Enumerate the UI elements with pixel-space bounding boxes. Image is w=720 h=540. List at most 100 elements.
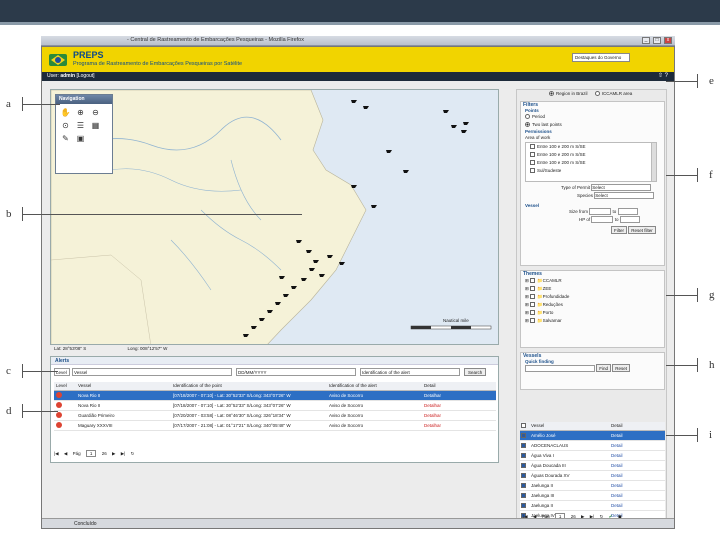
quick-find-input[interactable] xyxy=(525,365,595,373)
theme-checkbox[interactable] xyxy=(530,278,536,284)
expand-icon[interactable]: ⊞ xyxy=(525,286,529,291)
region-brazil-radio[interactable] xyxy=(549,91,554,97)
home-icon[interactable]: ⇧ ? xyxy=(658,72,668,81)
map-canvas[interactable] xyxy=(51,90,499,345)
table-row[interactable]: Água Doucada III Detail xyxy=(520,460,665,471)
last-page-icon[interactable]: ▶| xyxy=(121,451,126,456)
measure-icon[interactable]: ▦ xyxy=(90,121,101,131)
expand-icon[interactable]: ⊞ xyxy=(525,302,529,307)
vessel-detail-link[interactable]: Detail xyxy=(610,450,665,461)
vessel-checkbox[interactable] xyxy=(521,442,526,448)
alerts-search-button[interactable]: Search xyxy=(464,368,487,376)
select-all-checkbox[interactable] xyxy=(521,423,526,429)
two-last-points-radio[interactable] xyxy=(525,122,530,128)
table-row[interactable]: Jaelunga II Detail xyxy=(520,500,665,511)
expand-icon[interactable]: ⊞ xyxy=(525,318,529,323)
vessel-detail-link[interactable]: Detail xyxy=(610,470,665,481)
table-row[interactable]: Maguary XXXVIII [07/17/2007 - 21:08] - L… xyxy=(54,420,496,431)
col-level[interactable]: Level xyxy=(54,382,76,391)
col-point[interactable]: Identification of the point xyxy=(171,382,327,391)
vessel-checkbox[interactable] xyxy=(521,452,526,458)
col-alert[interactable]: Identification of the alert xyxy=(327,382,422,391)
theme-checkbox[interactable] xyxy=(530,310,536,316)
vessel-checkbox[interactable] xyxy=(521,472,526,478)
col-detail[interactable]: Detail xyxy=(422,382,496,391)
zoom-extent-icon[interactable]: ⊙ xyxy=(60,121,71,131)
next-page-icon[interactable]: ▶ xyxy=(112,451,115,456)
area-checkbox[interactable] xyxy=(530,144,535,150)
table-row[interactable]: Nova Rio II [07/18/2007 - 07:10] - Lat: … xyxy=(54,390,496,401)
area-scrollbar[interactable] xyxy=(651,143,656,181)
maximize-button[interactable]: □ xyxy=(653,37,661,44)
table-row[interactable]: Amélio José Detail xyxy=(520,430,665,441)
size-to-input[interactable] xyxy=(617,208,638,216)
filter-button[interactable]: Filter xyxy=(611,226,627,234)
vessel-detail-link[interactable]: Detail xyxy=(610,490,665,501)
table-row[interactable]: Guardião Primeiro [07/20/2007 - 03:58] -… xyxy=(54,410,496,421)
refresh-icon[interactable]: ↻ xyxy=(131,451,135,456)
find-button[interactable]: Find xyxy=(596,364,612,372)
vessel-detail-link[interactable]: Detail xyxy=(610,500,665,511)
print-icon[interactable]: ▣ xyxy=(75,134,86,144)
vessel-filter-input[interactable]: Vessel xyxy=(72,368,232,376)
table-row[interactable]: Água Viva I Detail xyxy=(520,450,665,461)
vessel-detail-link[interactable]: Detail xyxy=(610,430,665,441)
alert-detail-link[interactable]: Detalhar xyxy=(422,390,496,401)
area-checkbox[interactable] xyxy=(530,160,535,166)
zoom-in-icon[interactable]: ⊕ xyxy=(75,108,86,118)
gov-highlights-select[interactable]: Destaques do Governo xyxy=(572,53,630,62)
table-row[interactable]: Nova Rio II [07/18/2007 - 07:10] - Lat: … xyxy=(54,400,496,411)
theme-checkbox[interactable] xyxy=(530,286,536,292)
date-filter-input[interactable]: DD/MM/YYYY xyxy=(236,368,356,376)
pencil-icon[interactable]: ✎ xyxy=(60,134,71,144)
permit-type-select[interactable]: Select xyxy=(591,184,652,192)
vessel-checkbox[interactable] xyxy=(521,432,526,438)
theme-checkbox[interactable] xyxy=(530,302,536,308)
col-vessel[interactable]: Vessel xyxy=(76,382,171,391)
col-vessel-name[interactable]: Vessel xyxy=(530,422,610,431)
species-select[interactable]: Select xyxy=(594,192,655,200)
alert-detail-link[interactable]: Detalhar xyxy=(422,400,496,411)
expand-icon[interactable]: ⊞ xyxy=(525,310,529,315)
expand-icon[interactable]: ⊞ xyxy=(525,278,529,283)
hand-icon[interactable]: ✋ xyxy=(60,108,71,118)
reset-filter-button[interactable]: Reset filter xyxy=(628,226,656,234)
table-row[interactable]: Jaelunga II Detail xyxy=(520,480,665,491)
ccamlr-radio[interactable] xyxy=(594,91,600,97)
vessel-detail-link[interactable]: Detail xyxy=(610,480,665,491)
alert-detail-link[interactable]: Detalhar xyxy=(422,410,496,421)
hp-to-input[interactable] xyxy=(619,216,640,224)
level-select[interactable]: Level xyxy=(54,368,70,376)
vessel-checkbox[interactable] xyxy=(521,492,526,498)
table-row[interactable]: Jaelunga III Detail xyxy=(520,490,665,501)
prev-page-icon[interactable]: ◀ xyxy=(64,451,67,456)
zoom-out-icon[interactable]: ⊖ xyxy=(90,108,101,118)
alert-ident-input[interactable]: Identification of the alert xyxy=(360,368,460,376)
map-view[interactable]: Nautical mile xyxy=(50,89,499,345)
vessel-checkbox[interactable] xyxy=(521,462,526,468)
theme-checkbox[interactable] xyxy=(530,294,536,300)
reset-button[interactable]: Reset xyxy=(612,364,631,372)
period-radio[interactable] xyxy=(525,114,530,120)
logout-link[interactable]: [Logout] xyxy=(76,73,94,79)
list-icon[interactable]: ☰ xyxy=(75,121,86,131)
hp-from-input[interactable] xyxy=(591,216,614,224)
table-row[interactable]: Águas Dourada XV Detail xyxy=(520,470,665,481)
size-from-input[interactable] xyxy=(589,208,612,216)
vessel-detail-link[interactable]: Detail xyxy=(610,460,665,471)
page-input[interactable]: 1 xyxy=(85,450,97,457)
table-row[interactable]: ADOCENACLAUS Detail xyxy=(520,440,665,451)
alert-detail-link[interactable]: Detalhar xyxy=(422,420,496,431)
vessel-checkbox[interactable] xyxy=(521,482,526,488)
area-checkbox[interactable] xyxy=(530,168,535,174)
close-button[interactable]: x xyxy=(664,37,672,44)
theme-checkbox[interactable] xyxy=(530,318,536,324)
vessel-checkbox[interactable] xyxy=(521,502,526,508)
first-page-icon[interactable]: |◀ xyxy=(54,451,59,456)
area-list[interactable]: Entre 100 e 200 m S/SE Entre 100 e 200 m… xyxy=(525,142,657,182)
area-checkbox[interactable] xyxy=(530,152,535,158)
minimize-button[interactable]: _ xyxy=(642,37,650,44)
col-vessel-detail[interactable]: Detail xyxy=(610,422,665,431)
vessel-detail-link[interactable]: Detail xyxy=(610,440,665,451)
expand-icon[interactable]: ⊞ xyxy=(525,294,529,299)
